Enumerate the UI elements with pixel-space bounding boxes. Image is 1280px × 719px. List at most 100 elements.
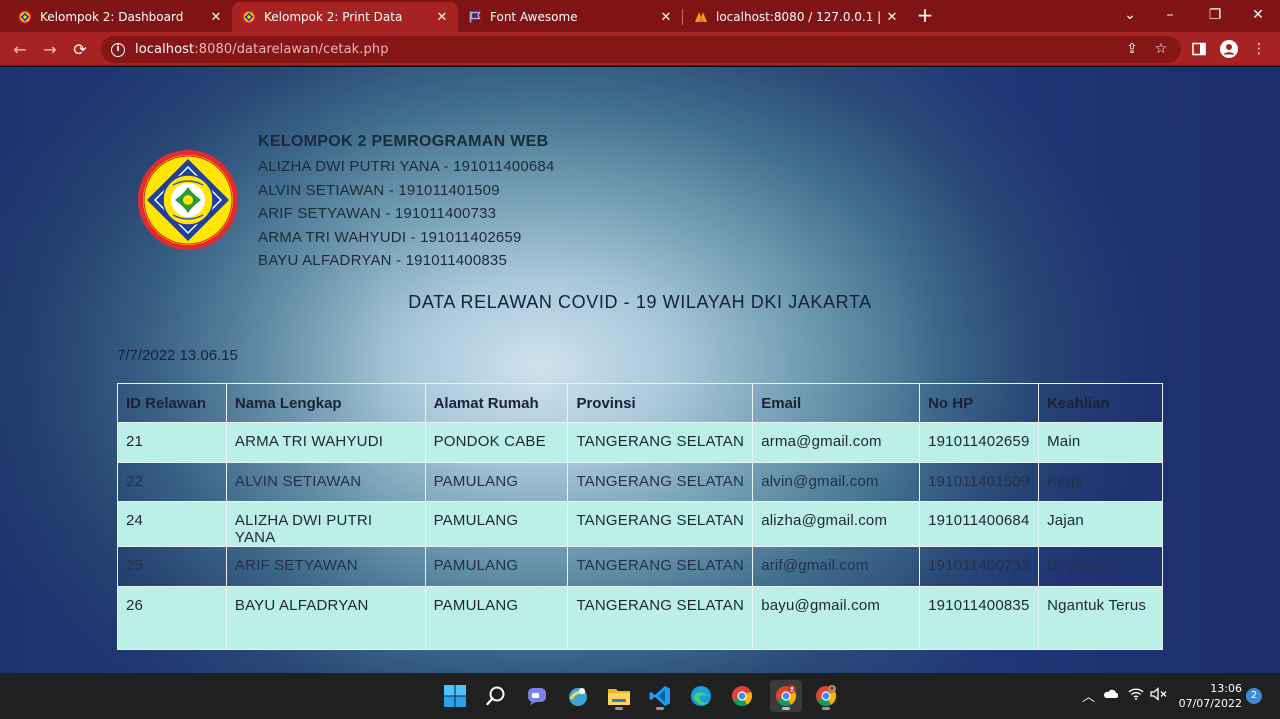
cell-province: TANGERANG SELATAN <box>567 546 754 587</box>
cell-address: PONDOK CABE <box>424 422 569 463</box>
volume-muted-icon[interactable] <box>1150 687 1168 705</box>
table-row: 24 ALIZHA DWI PUTRI YANA PAMULANG TANGER… <box>117 501 1163 547</box>
column-header: Alamat Rumah <box>424 383 569 423</box>
cell-name: ALIZHA DWI PUTRI YANA <box>225 501 426 547</box>
edge-icon[interactable] <box>685 680 717 712</box>
column-header: Nama Lengkap <box>225 383 426 423</box>
cell-name: ARMA TRI WAHYUDI <box>225 422 426 463</box>
report-header: KELOMPOK 2 PEMROGRAMAN WEB ALIZHA DWI PU… <box>258 131 555 273</box>
close-window-button[interactable]: ✕ <box>1238 0 1278 30</box>
chrome-profile-2-icon[interactable] <box>810 680 842 712</box>
cell-address: PAMULANG <box>424 546 569 587</box>
browser-toolbar: ← → ⟳ i localhost:8080/datarelawan/cetak… <box>0 32 1280 66</box>
notification-badge[interactable]: 2 <box>1246 688 1262 704</box>
table-row: 21 ARMA TRI WAHYUDI PONDOK CABE TANGERAN… <box>117 422 1163 463</box>
chrome-icon[interactable] <box>726 680 758 712</box>
column-header: No HP <box>919 383 1040 423</box>
cell-address: PAMULANG <box>424 461 569 502</box>
file-explorer-icon[interactable] <box>603 680 635 712</box>
url-text[interactable]: localhost:8080/datarelawan/cetak.php <box>135 42 389 57</box>
report-title: DATA RELAWAN COVID - 19 WILAYAH DKI JAKA… <box>408 292 872 312</box>
cell-address: PAMULANG <box>424 501 569 547</box>
unpam-logo-icon <box>242 10 256 24</box>
tab-dashboard[interactable]: Kelompok 2: Dashboard ✕ <box>8 2 232 32</box>
widgets-icon[interactable] <box>562 680 594 712</box>
cell-id: 26 <box>117 585 227 650</box>
cell-phone: 191011402659 <box>919 422 1040 463</box>
column-header: Email <box>752 383 921 423</box>
start-icon[interactable] <box>439 680 471 712</box>
cell-skill: Kerja <box>1038 461 1163 502</box>
member-line: ALIZHA DWI PUTRI YANA - 191011400684 <box>258 158 555 175</box>
new-tab-button[interactable]: + <box>914 4 936 26</box>
forward-button[interactable]: → <box>39 38 61 60</box>
cell-name: ARIF SETYAWAN <box>225 546 426 587</box>
cell-email: alvin@gmail.com <box>752 461 921 502</box>
cell-id: 25 <box>117 546 227 587</box>
tab-print-data[interactable]: Kelompok 2: Print Data ✕ <box>232 2 458 32</box>
cell-phone: 191011400684 <box>919 501 1040 547</box>
column-header: Provinsi <box>567 383 754 423</box>
close-icon[interactable]: ✕ <box>884 9 900 25</box>
table-row: 25 ARIF SETYAWAN PAMULANG TANGERANG SELA… <box>117 546 1163 587</box>
search-icon[interactable] <box>480 680 512 712</box>
tab-phpmyadmin[interactable]: localhost:8080 / 127.0.0.1 | phpM ✕ <box>684 2 908 32</box>
clock-time: 13:06 <box>1210 682 1242 695</box>
tab-title: Kelompok 2: Dashboard <box>40 10 184 24</box>
onedrive-cloud-icon[interactable] <box>1102 688 1119 703</box>
close-icon[interactable]: ✕ <box>208 9 224 25</box>
chrome-profile-icon[interactable] <box>770 680 802 712</box>
cell-name: BAYU ALFADRYAN <box>225 585 426 650</box>
cell-address: PAMULANG <box>424 585 569 650</box>
cell-email: arma@gmail.com <box>752 422 921 463</box>
tab-title: Kelompok 2: Print Data <box>264 10 403 24</box>
share-icon[interactable]: ⇪ <box>1123 40 1141 58</box>
tab-font-awesome[interactable]: Font Awesome ✕ <box>458 2 682 32</box>
cell-id: 21 <box>117 422 227 463</box>
cell-email: arif@gmail.com <box>752 546 921 587</box>
minimize-button[interactable]: – <box>1150 0 1190 30</box>
table-row: 22 ALVIN SETIAWAN PAMULANG TANGERANG SEL… <box>117 461 1163 502</box>
table-header-row: ID Relawan Nama Lengkap Alamat Rumah Pro… <box>117 383 1163 423</box>
tab-title: localhost:8080 / 127.0.0.1 | phpM <box>716 10 884 24</box>
site-info-icon[interactable]: i <box>111 42 125 57</box>
print-date: 7/7/2022 13.06.15 <box>117 347 238 364</box>
tab-search-button[interactable]: ⌄ <box>1110 0 1150 30</box>
tab-separator <box>682 9 683 25</box>
reload-button[interactable]: ⟳ <box>69 38 91 60</box>
clock-date: 07/07/2022 <box>1178 697 1242 710</box>
browser-tab-bar: Kelompok 2: Dashboard ✕ Kelompok 2: Prin… <box>0 0 1280 32</box>
column-header: Keahlian <box>1038 383 1163 423</box>
cell-name: ALVIN SETIAWAN <box>225 461 426 502</box>
cell-skill: Main <box>1038 422 1163 463</box>
page-background: KELOMPOK 2 PEMROGRAMAN WEB ALIZHA DWI PU… <box>0 67 1280 673</box>
side-panel-icon[interactable] <box>1190 40 1208 58</box>
flag-icon <box>469 11 481 23</box>
bookmark-star-icon[interactable]: ☆ <box>1152 40 1170 58</box>
cell-skill: Jajan <box>1038 501 1163 547</box>
teams-chat-icon[interactable] <box>521 680 553 712</box>
cell-email: bayu@gmail.com <box>752 585 921 650</box>
profile-avatar[interactable] <box>1220 40 1238 58</box>
member-line: ARIF SETYAWAN - 191011400733 <box>258 205 497 222</box>
volunteer-table: ID Relawan Nama Lengkap Alamat Rumah Pro… <box>117 383 1163 650</box>
menu-kebab-icon[interactable]: ⋮ <box>1250 40 1268 58</box>
table-row: 26 BAYU ALFADRYAN PAMULANG TANGERANG SEL… <box>117 585 1163 650</box>
wifi-icon[interactable] <box>1128 688 1144 704</box>
cell-email: alizha@gmail.com <box>752 501 921 547</box>
cell-skill: Begadang <box>1038 546 1163 587</box>
running-indicator <box>656 707 664 710</box>
cell-province: TANGERANG SELATAN <box>567 461 754 502</box>
chevron-up-icon[interactable]: ︿ <box>1082 686 1095 705</box>
cell-phone: 191011400733 <box>919 546 1040 587</box>
taskbar-clock[interactable]: 13:06 07/07/2022 <box>1176 681 1242 711</box>
back-button[interactable]: ← <box>9 38 31 60</box>
cell-phone: 191011401509 <box>919 461 1040 502</box>
close-icon[interactable]: ✕ <box>434 9 450 25</box>
close-icon[interactable]: ✕ <box>658 9 674 25</box>
university-logo-icon <box>138 150 238 250</box>
org-title: KELOMPOK 2 PEMROGRAMAN WEB <box>258 133 549 150</box>
restore-button[interactable]: ❐ <box>1195 0 1235 30</box>
address-bar[interactable]: i localhost:8080/datarelawan/cetak.php <box>101 36 1181 63</box>
vscode-icon[interactable] <box>644 680 676 712</box>
